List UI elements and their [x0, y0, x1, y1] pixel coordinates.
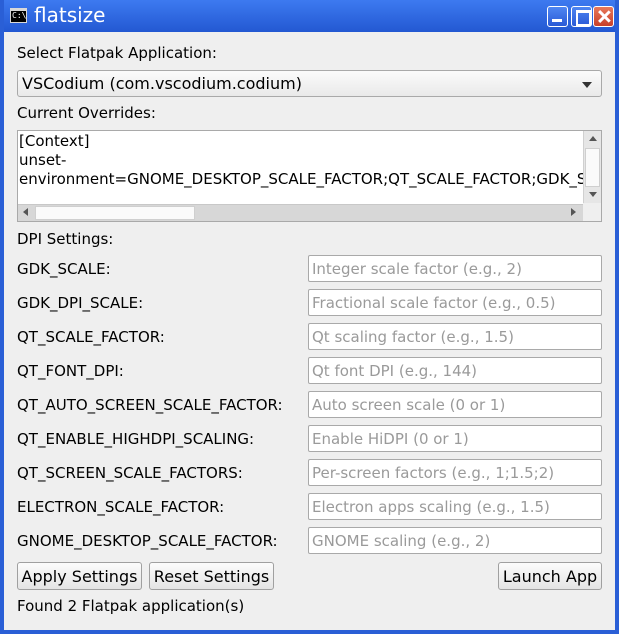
app-window: C:\ flatsize Select Flatpak Application:…	[0, 0, 619, 634]
qt-screen-scale-factors-input[interactable]	[308, 459, 602, 486]
app-select-label: Select Flatpak Application:	[17, 44, 217, 62]
gdk-dpi-scale-input[interactable]	[308, 289, 602, 316]
qt-font-dpi-input[interactable]	[308, 357, 602, 384]
horizontal-scrollbar[interactable]	[18, 204, 585, 221]
main-panel: Select Flatpak Application: VSCodium (co…	[4, 32, 615, 630]
qt-font-dpi-label: QT_FONT_DPI:	[17, 362, 124, 380]
scroll-left-icon[interactable]	[23, 208, 28, 216]
maximize-icon[interactable]	[571, 6, 592, 27]
vertical-scroll-thumb[interactable]	[585, 148, 600, 187]
overrides-text: [Context] unset- environment=GNOME_DESKT…	[19, 132, 585, 202]
overrides-line: [Context]	[19, 132, 90, 150]
overrides-label: Current Overrides:	[17, 104, 156, 122]
scroll-corner	[583, 203, 601, 221]
app-select-dropdown[interactable]: VSCodium (com.vscodium.codium)	[17, 70, 602, 97]
qt-enable-highdpi-scaling-input[interactable]	[308, 425, 602, 452]
qt-screen-scale-factors-label: QT_SCREEN_SCALE_FACTORS:	[17, 464, 243, 482]
launch-app-button[interactable]: Launch App	[498, 562, 602, 590]
qt-enable-highdpi-scaling-label: QT_ENABLE_HIGHDPI_SCALING:	[17, 430, 255, 448]
horizontal-scroll-thumb[interactable]	[35, 206, 195, 220]
terminal-icon[interactable]: C:\	[10, 8, 27, 23]
gdk-scale-label: GDK_SCALE:	[17, 260, 111, 278]
overrides-line: unset-	[19, 151, 67, 169]
scroll-down-icon[interactable]	[589, 192, 597, 197]
scroll-right-icon[interactable]	[571, 208, 576, 216]
gnome-desktop-scale-factor-label: GNOME_DESKTOP_SCALE_FACTOR:	[17, 532, 278, 550]
electron-scale-factor-label: ELECTRON_SCALE_FACTOR:	[17, 498, 225, 516]
chevron-down-icon	[582, 82, 592, 88]
app-select-value: VSCodium (com.vscodium.codium)	[22, 74, 302, 93]
window-title: flatsize	[34, 3, 106, 27]
status-text: Found 2 Flatpak application(s)	[17, 597, 245, 615]
qt-scale-factor-input[interactable]	[308, 323, 602, 350]
qt-auto-screen-scale-factor-input[interactable]	[308, 391, 602, 418]
apply-settings-button[interactable]: Apply Settings	[17, 562, 142, 590]
qt-auto-screen-scale-factor-label: QT_AUTO_SCREEN_SCALE_FACTOR:	[17, 396, 283, 414]
qt-scale-factor-label: QT_SCALE_FACTOR:	[17, 328, 165, 346]
gdk-dpi-scale-label: GDK_DPI_SCALE:	[17, 294, 144, 312]
overrides-line: environment=GNOME_DESKTOP_SCALE_FACTOR;Q…	[19, 170, 585, 188]
dpi-settings-label: DPI Settings:	[17, 230, 114, 248]
gdk-scale-input[interactable]	[308, 255, 602, 282]
title-bar[interactable]: C:\ flatsize	[4, 0, 615, 32]
close-icon[interactable]	[593, 6, 614, 27]
electron-scale-factor-input[interactable]	[308, 493, 602, 520]
reset-settings-button[interactable]: Reset Settings	[149, 562, 274, 590]
overrides-text-area[interactable]: [Context] unset- environment=GNOME_DESKT…	[17, 130, 602, 222]
scroll-up-icon[interactable]	[589, 136, 597, 141]
minimize-icon[interactable]	[547, 6, 568, 27]
vertical-scrollbar[interactable]	[583, 131, 601, 204]
gnome-desktop-scale-factor-input[interactable]	[308, 527, 602, 554]
